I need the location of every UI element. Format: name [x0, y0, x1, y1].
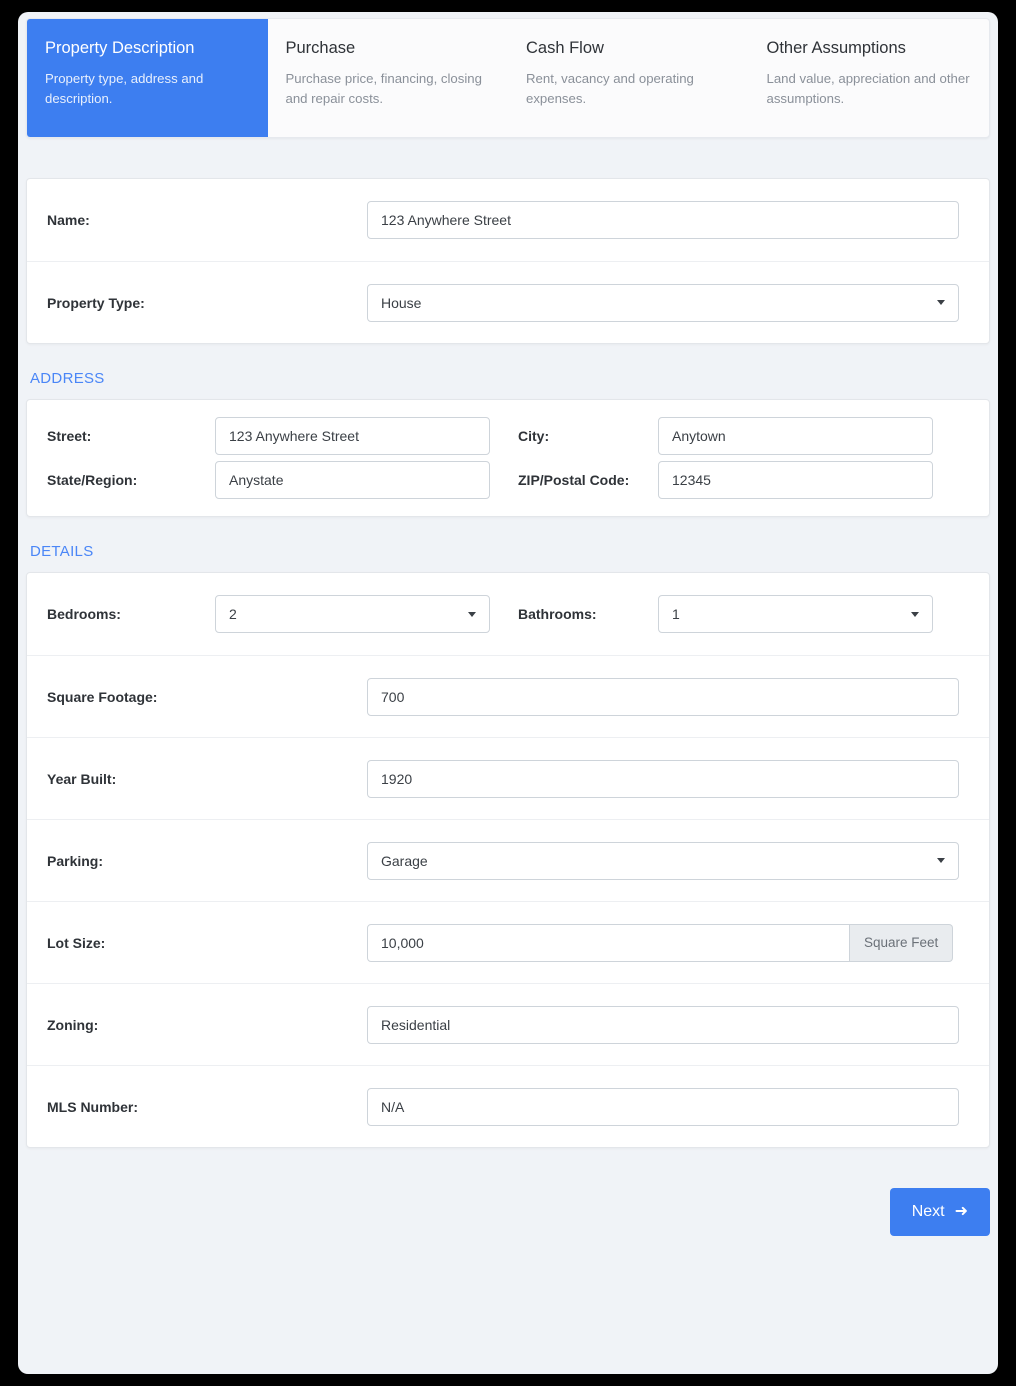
- tab-description: Purchase price, financing, closing and r…: [285, 70, 482, 106]
- details-card: Bedrooms: 2 Bathrooms: 1 Square Footage:…: [26, 572, 990, 1148]
- bathrooms-select[interactable]: 1: [658, 595, 933, 633]
- row-square-footage: Square Footage: 700: [27, 655, 989, 737]
- tab-description: Property type, address and description.: [45, 70, 204, 106]
- tab-title: Other Assumptions: [766, 39, 906, 57]
- city-input[interactable]: Anytown: [658, 417, 933, 455]
- property-type-value: House: [381, 294, 422, 311]
- lot-size-label: Lot Size:: [47, 934, 106, 951]
- address-section-heading: ADDRESS: [30, 370, 105, 387]
- wizard-footer: Next ➜: [26, 1148, 990, 1266]
- row-property-type: Property Type: House: [27, 261, 989, 343]
- tab-property-description[interactable]: Property Description Property type, addr…: [27, 19, 268, 137]
- row-name: Name: 123 Anywhere Street: [27, 179, 989, 261]
- lot-size-input[interactable]: 10,000: [367, 923, 850, 962]
- name-label: Name:: [47, 212, 90, 228]
- square-footage-label: Square Footage:: [47, 688, 158, 705]
- tab-description: Land value, appreciation and other assum…: [766, 70, 970, 106]
- tab-description: Rent, vacancy and operating expenses.: [526, 70, 694, 106]
- row-mls-number: MLS Number: N/A: [27, 1065, 989, 1147]
- year-built-label: Year Built:: [47, 770, 117, 787]
- state-region-label: State/Region:: [47, 472, 138, 488]
- row-bedrooms-bathrooms: Bedrooms: 2 Bathrooms: 1: [27, 573, 989, 655]
- tab-title: Property Description: [45, 39, 195, 57]
- wizard-tabs: Property Description Property type, addr…: [26, 18, 990, 138]
- bedrooms-select[interactable]: 2: [215, 595, 490, 633]
- row-street-city: Street: 123 Anywhere Street City: Anytow…: [27, 400, 989, 458]
- mls-number-label: MLS Number:: [47, 1098, 138, 1115]
- lot-size-unit-addon: Square Feet: [850, 923, 954, 962]
- city-label: City:: [518, 428, 550, 444]
- bathrooms-label: Bathrooms:: [518, 606, 597, 622]
- address-card: Street: 123 Anywhere Street City: Anytow…: [26, 399, 990, 517]
- chevron-down-icon: [911, 611, 919, 617]
- parking-label: Parking:: [47, 852, 104, 869]
- square-footage-input[interactable]: 700: [367, 677, 959, 716]
- general-card: Name: 123 Anywhere Street Property Type:…: [26, 178, 990, 344]
- row-parking: Parking: Garage: [27, 819, 989, 901]
- zip-postal-code-input[interactable]: 12345: [658, 461, 933, 499]
- tab-purchase[interactable]: Purchase Purchase price, financing, clos…: [268, 19, 509, 137]
- tab-other-assumptions[interactable]: Other Assumptions Land value, appreciati…: [749, 19, 990, 137]
- street-label: Street:: [47, 428, 92, 444]
- tab-title: Cash Flow: [526, 39, 604, 57]
- zoning-input[interactable]: Residential: [367, 1005, 959, 1044]
- row-zoning: Zoning: Residential: [27, 983, 989, 1065]
- details-section-heading: DETAILS: [30, 543, 94, 560]
- mls-number-input[interactable]: N/A: [367, 1087, 959, 1126]
- chevron-down-icon: [937, 300, 945, 305]
- property-type-select[interactable]: House: [367, 283, 959, 322]
- street-input[interactable]: 123 Anywhere Street: [215, 417, 490, 455]
- year-built-input[interactable]: 1920: [367, 759, 959, 798]
- next-button-label: Next: [911, 1203, 945, 1220]
- next-button[interactable]: Next ➜: [889, 1188, 990, 1236]
- app-page: Property Description Property type, addr…: [18, 12, 998, 1374]
- row-year-built: Year Built: 1920: [27, 737, 989, 819]
- state-region-input[interactable]: Anystate: [215, 461, 490, 499]
- zip-postal-code-label: ZIP/Postal Code:: [518, 472, 630, 488]
- name-input[interactable]: 123 Anywhere Street: [367, 201, 959, 239]
- zoning-label: Zoning:: [47, 1016, 99, 1033]
- bathrooms-value: 1: [672, 606, 680, 622]
- chevron-down-icon: [937, 858, 945, 863]
- tab-title: Purchase: [285, 39, 356, 57]
- parking-value: Garage: [381, 852, 428, 869]
- lot-size-group: 10,000 Square Feet: [367, 923, 954, 962]
- arrow-right-icon: ➜: [954, 1203, 968, 1220]
- tab-cash-flow[interactable]: Cash Flow Rent, vacancy and operating ex…: [508, 19, 749, 137]
- chevron-down-icon: [468, 611, 476, 617]
- bedrooms-value: 2: [229, 606, 237, 622]
- row-lot-size: Lot Size: 10,000 Square Feet: [27, 901, 989, 983]
- row-state-zip: State/Region: Anystate ZIP/Postal Code: …: [27, 458, 989, 516]
- property-type-label: Property Type:: [47, 294, 145, 311]
- parking-select[interactable]: Garage: [367, 841, 959, 880]
- bedrooms-label: Bedrooms:: [47, 606, 121, 622]
